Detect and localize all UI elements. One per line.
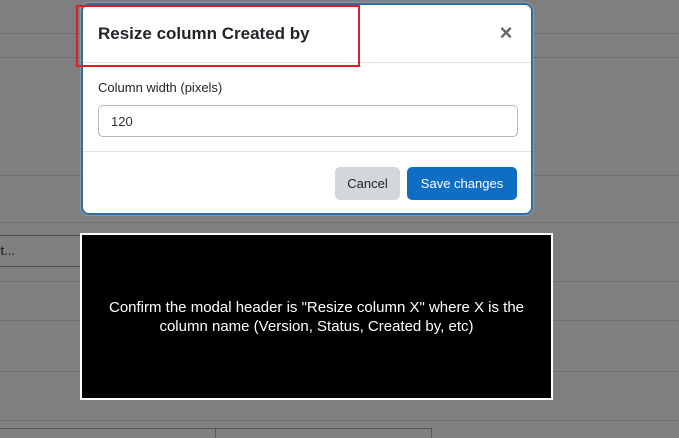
save-changes-button[interactable]: Save changes (407, 167, 517, 200)
column-width-input[interactable] (98, 105, 518, 137)
modal-body: Column width (pixels) (83, 63, 531, 152)
close-button[interactable]: × (495, 21, 517, 45)
cancel-button[interactable]: Cancel (335, 167, 400, 200)
modal-header: Resize column Created by × (83, 5, 531, 63)
resize-column-modal: Resize column Created by × Column width … (81, 3, 533, 215)
modal-footer: Cancel Save changes (83, 152, 531, 213)
modal-title: Resize column Created by (98, 24, 310, 43)
close-icon: × (499, 20, 513, 45)
instruction-panel: Confirm the modal header is "Resize colu… (80, 233, 553, 400)
instruction-text: Confirm the modal header is "Resize colu… (109, 298, 524, 335)
column-width-label: Column width (pixels) (98, 80, 223, 95)
